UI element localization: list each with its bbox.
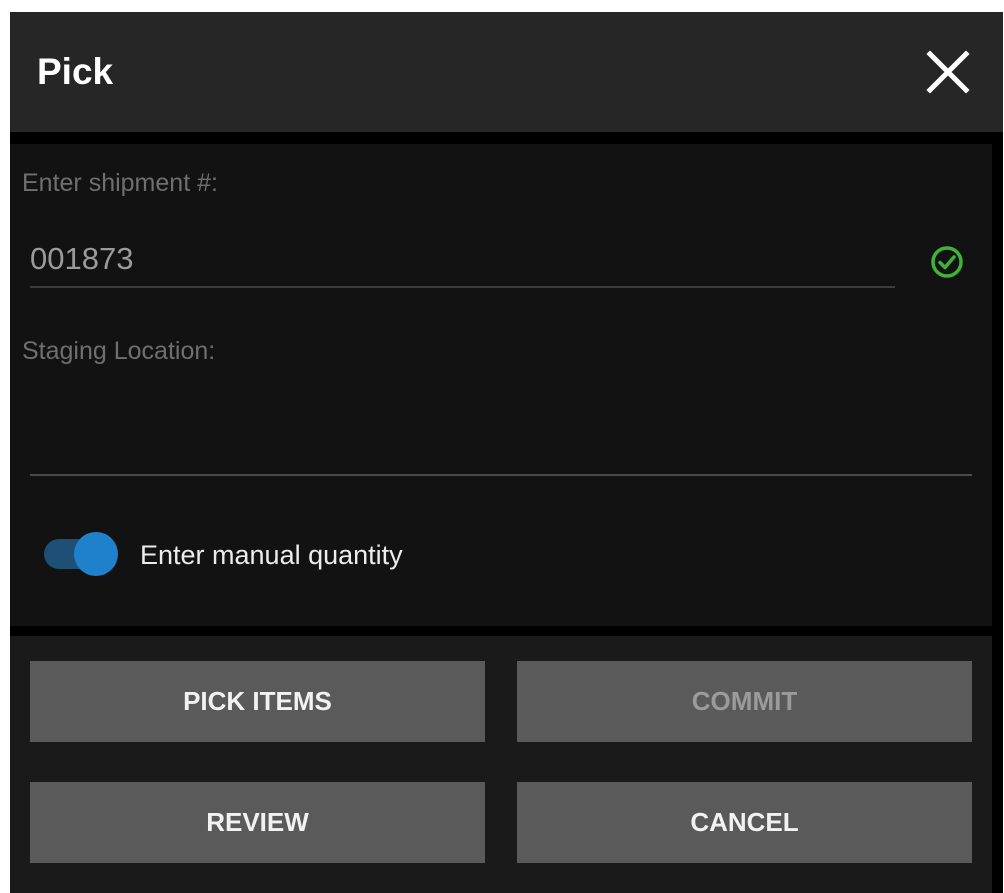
staging-location-label: Staging Location: [22, 337, 216, 365]
manual-quantity-toggle[interactable] [44, 531, 122, 577]
shipment-input[interactable] [30, 232, 895, 288]
dialog-header: Pick [10, 12, 1003, 132]
shipment-label: Enter shipment #: [22, 169, 218, 197]
cancel-button[interactable]: CANCEL [517, 782, 972, 863]
pick-items-button[interactable]: PICK ITEMS [30, 661, 485, 742]
review-button[interactable]: REVIEW [30, 782, 485, 863]
manual-quantity-label: Enter manual quantity [140, 540, 403, 570]
toggle-knob [74, 532, 118, 576]
dialog-title: Pick [37, 51, 114, 92]
check-circle-icon [931, 246, 963, 278]
action-button-panel: PICK ITEMS COMMIT REVIEW CANCEL [10, 636, 992, 893]
close-icon [926, 50, 970, 94]
close-button[interactable] [922, 46, 974, 98]
staging-location-input[interactable] [30, 412, 972, 476]
pick-dialog: Pick Enter shipment #: Staging Location:… [10, 12, 1003, 893]
commit-button[interactable]: COMMIT [517, 661, 972, 742]
form-panel: Enter shipment #: Staging Location: Ente… [10, 144, 992, 626]
